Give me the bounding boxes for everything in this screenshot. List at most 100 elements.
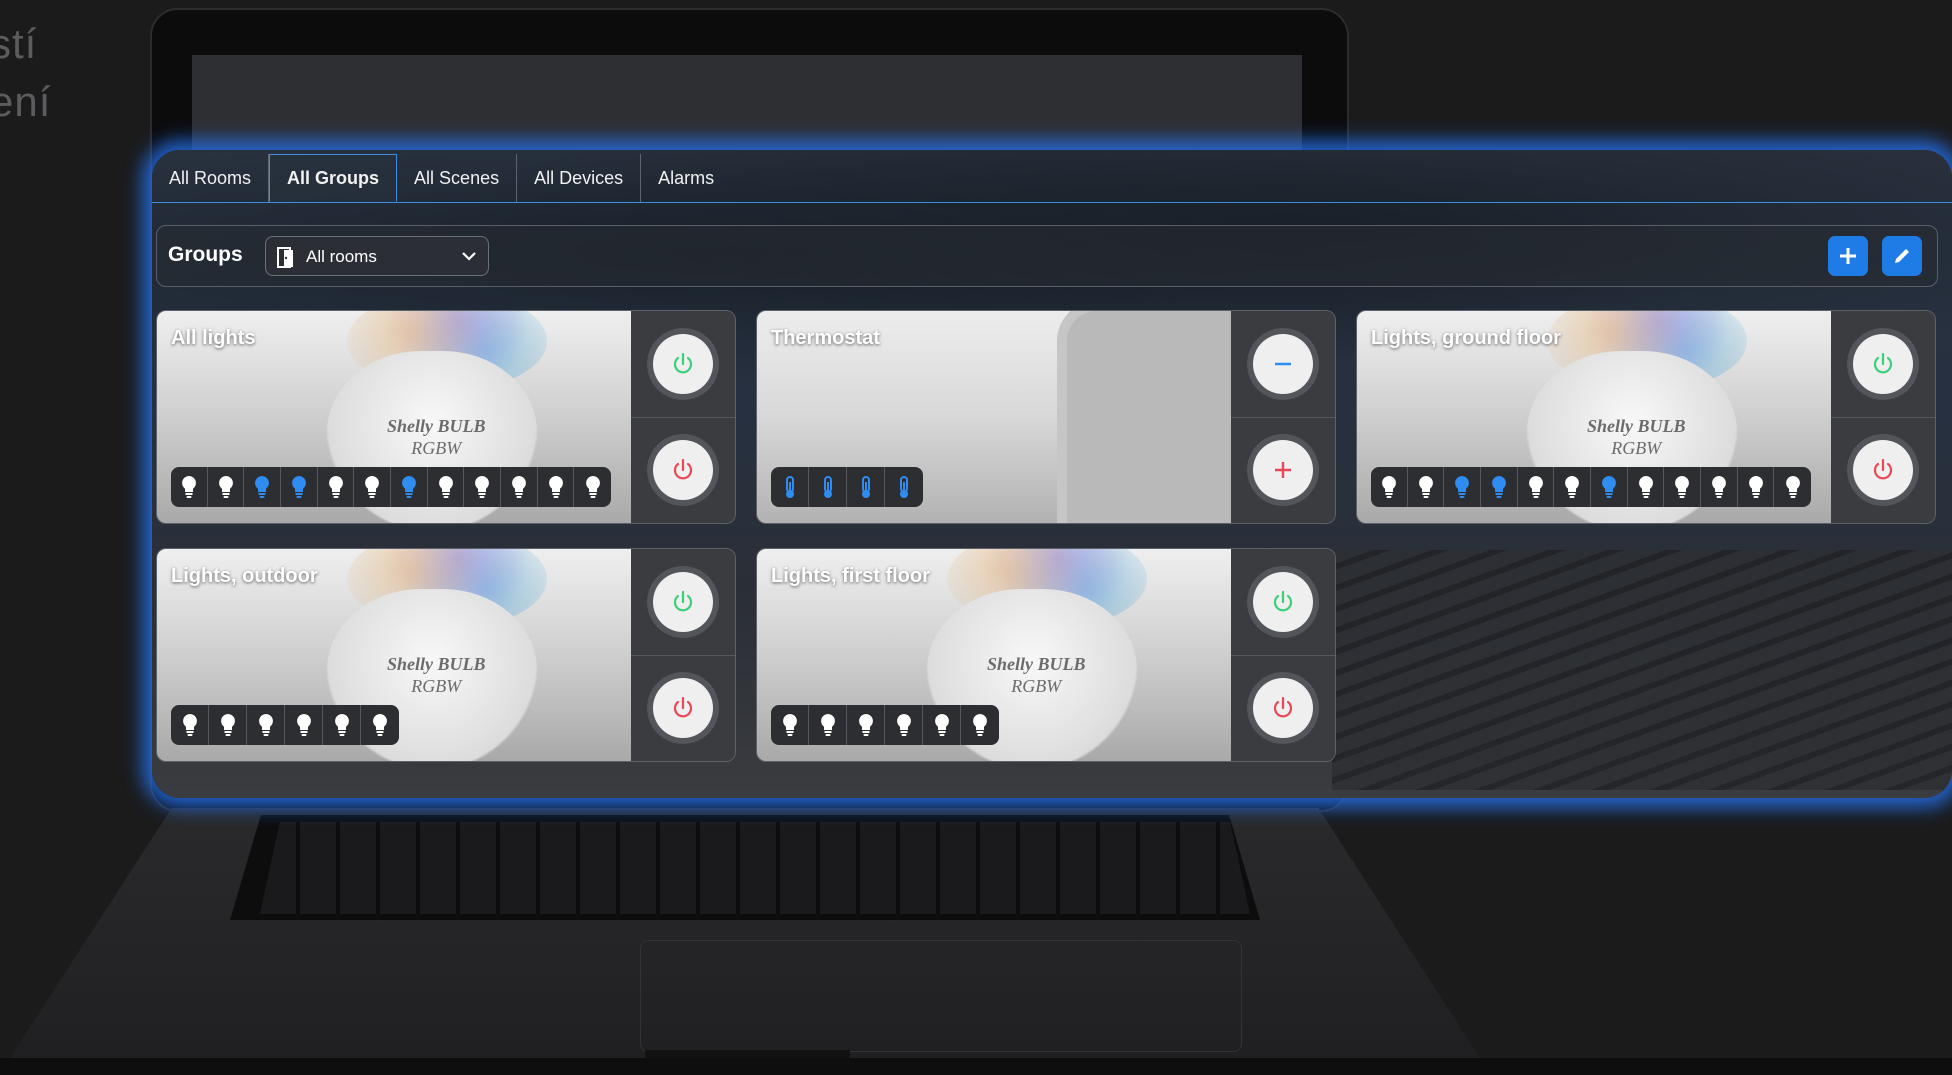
light-device[interactable] xyxy=(885,705,923,745)
light-device[interactable] xyxy=(247,705,285,745)
light-device[interactable] xyxy=(1481,467,1518,507)
lightbulb-icon xyxy=(255,476,270,498)
power-off-button[interactable] xyxy=(1253,678,1313,738)
lightbulb-icon xyxy=(1491,476,1506,498)
thermostat-device[interactable] xyxy=(771,467,809,507)
light-device[interactable] xyxy=(317,467,355,507)
plus-icon xyxy=(1275,462,1291,478)
light-device[interactable] xyxy=(1444,467,1482,507)
light-device[interactable] xyxy=(323,705,361,745)
tab-all-rooms[interactable]: All Rooms xyxy=(152,154,270,202)
lightbulb-icon xyxy=(1638,476,1653,498)
lightbulb-icon xyxy=(218,476,233,498)
thermostat-device[interactable] xyxy=(809,467,847,507)
group-name: Thermostat xyxy=(771,327,880,349)
light-device[interactable] xyxy=(537,467,575,507)
thermostat-device[interactable] xyxy=(885,467,923,507)
group-card[interactable]: Shelly BULB RGBW Lights, ground floor xyxy=(1356,310,1936,524)
light-device[interactable] xyxy=(391,467,428,507)
light-device[interactable] xyxy=(207,467,245,507)
power-on-button[interactable] xyxy=(1853,334,1913,394)
trackpad xyxy=(640,940,1242,1052)
brand-logo: Shelly BULB RGBW xyxy=(1587,416,1686,458)
light-device[interactable] xyxy=(464,467,502,507)
decrease-button[interactable] xyxy=(1253,334,1313,394)
light-device[interactable] xyxy=(171,705,209,745)
thermostat-device[interactable] xyxy=(847,467,885,507)
light-device[interactable] xyxy=(1591,467,1628,507)
increase-button[interactable] xyxy=(1253,440,1313,500)
light-device[interactable] xyxy=(501,467,538,507)
lightbulb-icon xyxy=(1748,476,1763,498)
lightbulb-icon xyxy=(334,714,349,736)
tab-all-scenes[interactable]: All Scenes xyxy=(397,154,518,202)
power-on-button[interactable] xyxy=(1253,572,1313,632)
group-card[interactable]: Shelly BULB RGBW Lights, outdoor xyxy=(156,548,736,762)
thermometer-icon xyxy=(861,476,870,498)
light-device[interactable] xyxy=(1407,467,1445,507)
device-list xyxy=(171,467,611,507)
lightbulb-icon xyxy=(328,476,343,498)
power-on-icon xyxy=(673,352,693,374)
group-card-thermostat[interactable]: Thermostat xyxy=(756,310,1336,524)
power-on-button[interactable] xyxy=(653,572,713,632)
light-device[interactable] xyxy=(354,467,392,507)
light-device[interactable] xyxy=(244,467,282,507)
lightbulb-icon xyxy=(1528,476,1543,498)
thermometer-icon xyxy=(900,476,908,498)
group-card[interactable]: Shelly BULB RGBW All lights xyxy=(156,310,736,524)
power-off-icon xyxy=(673,458,693,480)
power-on-button[interactable] xyxy=(653,334,713,394)
add-group-button[interactable] xyxy=(1828,236,1868,276)
light-device[interactable] xyxy=(1774,467,1811,507)
light-device[interactable] xyxy=(1737,467,1775,507)
lightbulb-icon xyxy=(782,714,797,736)
light-device[interactable] xyxy=(427,467,465,507)
light-device[interactable] xyxy=(1517,467,1555,507)
light-device[interactable] xyxy=(1627,467,1665,507)
group-name: Lights, outdoor xyxy=(171,565,318,587)
power-on-icon xyxy=(1873,352,1893,374)
lightbulb-icon xyxy=(1418,476,1433,498)
power-off-button[interactable] xyxy=(1853,440,1913,500)
light-device[interactable] xyxy=(574,467,611,507)
light-device[interactable] xyxy=(281,467,318,507)
smart-home-app: All Rooms All Groups All Scenes All Devi… xyxy=(152,150,1952,798)
group-card[interactable]: Shelly BULB RGBW Lights, first floor xyxy=(756,548,1336,762)
tab-all-groups[interactable]: All Groups xyxy=(269,154,398,202)
minus-icon xyxy=(1275,362,1291,366)
power-off-button[interactable] xyxy=(653,678,713,738)
lightbulb-icon xyxy=(585,476,600,498)
lightbulb-icon xyxy=(1675,476,1690,498)
tab-all-devices[interactable]: All Devices xyxy=(517,154,642,202)
light-device[interactable] xyxy=(171,467,208,507)
light-device[interactable] xyxy=(209,705,247,745)
group-name: Lights, first floor xyxy=(771,565,930,587)
device-list xyxy=(1371,467,1811,507)
light-device[interactable] xyxy=(1371,467,1408,507)
light-device[interactable] xyxy=(1664,467,1702,507)
light-device[interactable] xyxy=(361,705,399,745)
groups-toolbar: Groups All rooms xyxy=(156,225,1938,287)
tab-alarms[interactable]: Alarms xyxy=(641,154,731,202)
lightbulb-icon xyxy=(220,714,235,736)
edit-groups-button[interactable] xyxy=(1882,236,1922,276)
light-device[interactable] xyxy=(847,705,885,745)
light-device[interactable] xyxy=(285,705,323,745)
light-device[interactable] xyxy=(1701,467,1738,507)
laptop-screen xyxy=(192,55,1302,165)
light-device[interactable] xyxy=(961,705,999,745)
plus-icon xyxy=(1840,248,1856,264)
lightbulb-icon xyxy=(1601,476,1616,498)
light-device[interactable] xyxy=(1554,467,1592,507)
lightbulb-icon xyxy=(365,476,380,498)
light-device[interactable] xyxy=(923,705,961,745)
light-device[interactable] xyxy=(809,705,847,745)
lightbulb-icon xyxy=(296,714,311,736)
light-device[interactable] xyxy=(771,705,809,745)
lightbulb-icon xyxy=(896,714,911,736)
power-off-button[interactable] xyxy=(653,440,713,500)
lightbulb-icon xyxy=(291,476,306,498)
room-select[interactable]: All rooms xyxy=(265,236,489,276)
group-name: All lights xyxy=(171,327,256,349)
